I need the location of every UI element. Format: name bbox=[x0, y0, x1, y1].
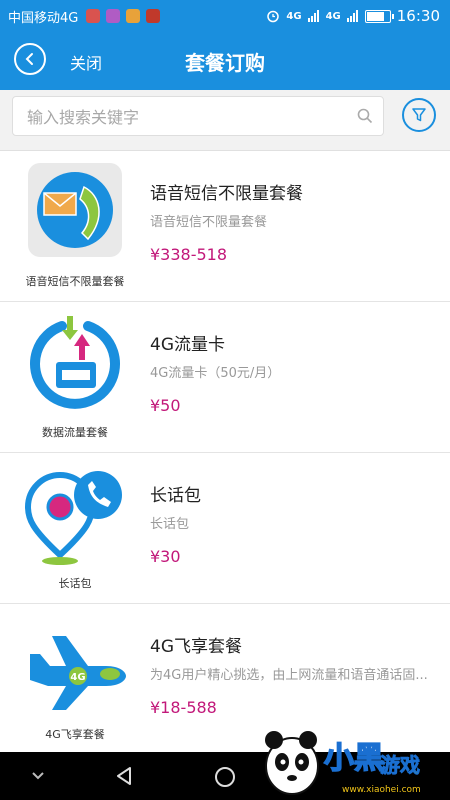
package-item[interactable]: 语音短信不限量套餐 语音短信不限量套餐 语音短信不限量套餐 ¥338-518 bbox=[0, 151, 450, 302]
package-thumbnail: 4G 4G飞享套餐 bbox=[22, 614, 128, 744]
home-circle-icon[interactable] bbox=[214, 766, 236, 788]
search-bar bbox=[0, 90, 450, 151]
package-thumbnail: 长话包 bbox=[22, 463, 128, 593]
carrier-label: 中国移动4G bbox=[8, 10, 79, 26]
battery-icon bbox=[364, 9, 394, 23]
package-description: 长话包 bbox=[150, 517, 190, 532]
thumbnail-caption: 语音短信不限量套餐 bbox=[25, 275, 125, 288]
package-name: 长话包 bbox=[150, 486, 201, 506]
watermark-logo: 小黑 游戏 www.xiaohei.com bbox=[265, 731, 421, 795]
package-price: ¥50 bbox=[150, 396, 181, 415]
package-name: 4G飞享套餐 bbox=[150, 637, 242, 657]
package-description: 为4G用户精心挑选，由上网流量和语音通话固... bbox=[150, 668, 428, 683]
package-price: ¥18-588 bbox=[150, 698, 217, 717]
package-item[interactable]: 数据流量套餐 4G流量卡 4G流量卡（50元/月） ¥50 bbox=[0, 302, 450, 453]
airplane-4g-icon: 4G bbox=[30, 636, 126, 710]
title-bar: 关闭 套餐订购 bbox=[0, 32, 450, 90]
package-description: 语音短信不限量套餐 bbox=[150, 215, 268, 230]
notification-app-icon bbox=[106, 9, 121, 23]
notification-icons bbox=[86, 9, 161, 23]
search-icon[interactable] bbox=[357, 108, 373, 124]
status-bar: 中国移动4G 4G 4G 16:30 bbox=[0, 0, 450, 32]
package-price: ¥338-518 bbox=[150, 245, 228, 264]
notification-app-icon bbox=[86, 9, 101, 23]
svg-text:4G: 4G bbox=[70, 672, 85, 683]
package-item[interactable]: 长话包 长话包 长话包 ¥30 bbox=[0, 453, 450, 604]
package-price: ¥30 bbox=[150, 547, 181, 566]
network-type-1: 4G bbox=[286, 10, 302, 22]
package-thumbnail: 语音短信不限量套餐 bbox=[22, 161, 128, 291]
package-name: 4G流量卡 bbox=[150, 335, 225, 355]
alarm-icon bbox=[267, 10, 280, 23]
package-name: 语音短信不限量套餐 bbox=[150, 184, 303, 204]
svg-text:小黑: 小黑 bbox=[324, 741, 384, 776]
location-phone-icon bbox=[24, 471, 122, 565]
thumbnail-caption: 长话包 bbox=[58, 577, 92, 590]
phone-mail-icon bbox=[28, 163, 122, 257]
filter-icon bbox=[412, 108, 426, 122]
filter-button[interactable] bbox=[402, 98, 436, 132]
page-title: 套餐订购 bbox=[185, 51, 265, 75]
thumbnail-caption: 数据流量套餐 bbox=[42, 426, 108, 439]
svg-text:www.xiaohei.com: www.xiaohei.com bbox=[342, 785, 421, 795]
search-box[interactable] bbox=[12, 96, 384, 136]
back-triangle-icon[interactable] bbox=[114, 766, 134, 786]
signal-icon bbox=[346, 10, 358, 22]
package-description: 4G流量卡（50元/月） bbox=[150, 366, 281, 381]
data-traffic-icon bbox=[30, 316, 120, 409]
notification-app-icon bbox=[126, 9, 141, 23]
package-thumbnail: 数据流量套餐 bbox=[22, 312, 128, 442]
clock: 16:30 bbox=[396, 7, 440, 25]
svg-text:游戏: 游戏 bbox=[380, 753, 420, 777]
network-type-2: 4G bbox=[325, 10, 341, 22]
search-input[interactable] bbox=[25, 105, 349, 129]
chevron-down-icon[interactable] bbox=[30, 770, 46, 782]
thumbnail-caption: 4G飞享套餐 bbox=[45, 728, 105, 741]
notification-app-icon bbox=[146, 9, 161, 23]
signal-icon bbox=[307, 10, 319, 22]
